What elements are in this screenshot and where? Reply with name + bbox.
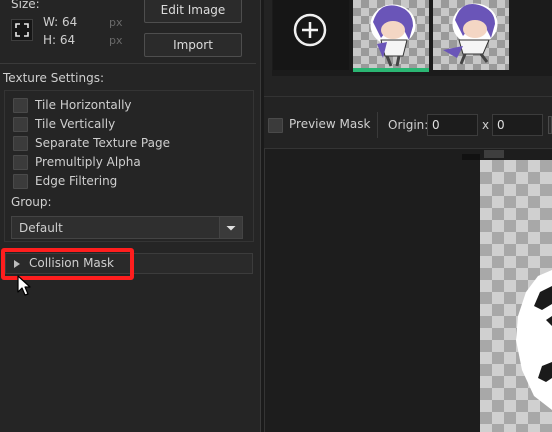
group-select-value: Default	[19, 221, 63, 235]
frame-thumbnail-2[interactable]	[433, 0, 509, 70]
selected-frame-indicator	[353, 68, 429, 72]
sprite-character-image	[370, 4, 416, 67]
group-select[interactable]: Default	[11, 216, 243, 239]
canvas-edge-mark	[484, 150, 504, 158]
origin-x-input[interactable]: 0	[427, 114, 478, 136]
height-unit: px	[109, 34, 123, 47]
premultiply-alpha-label: Premultiply Alpha	[35, 155, 141, 169]
texture-settings-label: Texture Settings:	[3, 71, 105, 85]
separate-texture-page-option[interactable]: Separate Texture Page	[13, 135, 170, 151]
chevron-down-icon	[226, 226, 236, 231]
import-button[interactable]: Import	[144, 33, 242, 57]
group-label: Group:	[11, 195, 52, 209]
origin-separator: x	[482, 118, 490, 132]
plus-circle-icon	[293, 13, 327, 47]
mouse-pointer-icon	[17, 275, 31, 296]
tile-horizontally-label: Tile Horizontally	[35, 98, 132, 112]
edit-image-button[interactable]: Edit Image	[144, 0, 242, 23]
size-label: Size:	[11, 0, 40, 11]
tile-vertically-checkbox[interactable]	[13, 116, 28, 132]
add-frame-button[interactable]	[273, 0, 349, 70]
group-dropdown-button[interactable]	[219, 217, 242, 238]
tile-vertically-label: Tile Vertically	[35, 117, 116, 131]
origin-label: Origin:	[388, 118, 429, 132]
edge-filtering-label: Edge Filtering	[35, 174, 118, 188]
expand-arrows-icon[interactable]	[11, 19, 33, 41]
divider	[0, 63, 256, 64]
edge-filtering-checkbox[interactable]	[13, 173, 28, 189]
tile-horizontally-option[interactable]: Tile Horizontally	[13, 97, 132, 113]
preview-mask-checkbox[interactable]	[268, 118, 283, 133]
separate-texture-page-checkbox[interactable]	[13, 135, 28, 151]
tile-vertically-option[interactable]: Tile Vertically	[13, 116, 115, 132]
canvas-edge-mark	[462, 154, 480, 160]
divider	[377, 112, 378, 138]
height-value: H: 64	[43, 33, 76, 47]
sprite-properties-panel: Size: W: 64 px H: 64 px Edit Image Impor…	[0, 0, 260, 432]
divider	[264, 96, 552, 97]
separate-texture-page-label: Separate Texture Page	[35, 136, 170, 150]
width-value: W: 64	[43, 15, 78, 29]
width-unit: px	[109, 16, 123, 29]
tile-horizontally-checkbox[interactable]	[13, 97, 28, 113]
origin-dropdown-button[interactable]	[548, 116, 552, 134]
preview-mask-label: Preview Mask	[289, 117, 371, 131]
origin-y-input[interactable]: 0	[492, 114, 543, 136]
sprite-preview-image	[516, 270, 552, 410]
premultiply-alpha-checkbox[interactable]	[13, 154, 28, 170]
premultiply-alpha-option[interactable]: Premultiply Alpha	[13, 154, 141, 170]
edge-filtering-option[interactable]: Edge Filtering	[13, 173, 117, 189]
sprite-character-image	[443, 3, 498, 65]
frame-thumbnail-1[interactable]	[353, 0, 429, 70]
